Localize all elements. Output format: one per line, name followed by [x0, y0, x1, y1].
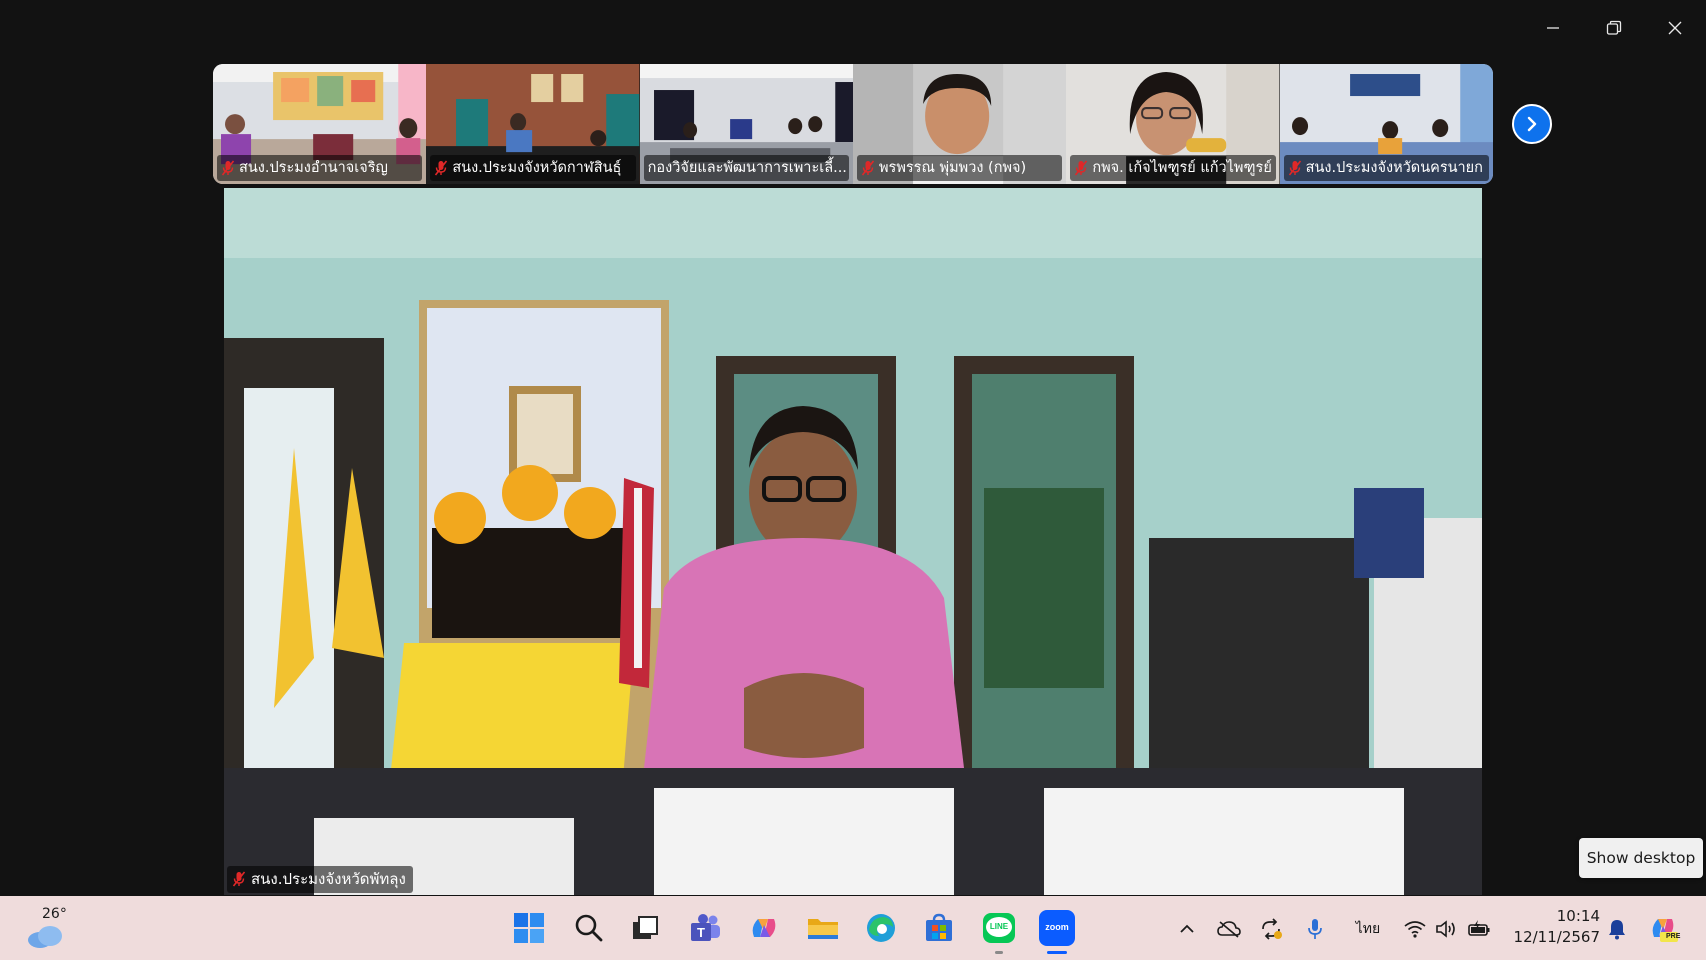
file-explorer-button[interactable] [803, 908, 843, 948]
store-icon [926, 913, 952, 941]
running-indicator [995, 951, 1003, 954]
participant-tile[interactable]: สนง.ประมงจังหวัดกาฬสินธุ์ [426, 64, 640, 184]
participant-name-label: พรพรรณ พุ่มพวง (กพจ) [856, 155, 1063, 181]
volume-status[interactable] [1434, 916, 1460, 942]
show-desktop-tooltip: Show desktop [1579, 838, 1703, 878]
participant-name-label: สนง.ประมงจังหวัดนครนายก [1283, 155, 1489, 181]
copilot-button[interactable] [744, 908, 784, 948]
participant-name-label: สนง.ประมงอำนาจเจริญ [217, 155, 423, 181]
active-speaker-video[interactable]: สนง.ประมงจังหวัดพัทลุง [224, 188, 1482, 895]
show-hidden-icons-button[interactable] [1174, 916, 1200, 942]
wifi-icon [1404, 921, 1426, 938]
search-button[interactable] [569, 908, 609, 948]
mic-muted-icon [1075, 160, 1088, 175]
svg-text:T: T [697, 925, 705, 940]
participant-tile[interactable]: กพจ. เก้จไพฑูรย์ แก้วไพฑูรย์ [1066, 64, 1280, 184]
close-button[interactable] [1647, 10, 1703, 46]
clock-date: 12/11/2567 [1513, 928, 1600, 946]
sync-status[interactable] [1258, 916, 1284, 942]
start-icon [514, 913, 544, 943]
bell-icon [1609, 920, 1625, 940]
input-language-button[interactable]: ไทย [1350, 916, 1386, 942]
participant-strip: สนง.ประมงอำนาจเจริญ สนง.ประมงจังหวัดกาฬส… [213, 64, 1493, 184]
active-app-indicator [1047, 951, 1067, 954]
microphone-status[interactable] [1302, 916, 1328, 942]
participant-name-label: กองวิจัยและพัฒนาการเพาะเลี้... [643, 155, 849, 181]
participant-tile[interactable]: สนง.ประมงอำนาจเจริญ [213, 64, 427, 184]
teams-icon: T [691, 914, 720, 941]
speaker-video-frame [224, 188, 1482, 895]
mic-muted-icon [1288, 160, 1301, 175]
copilot-preview-button[interactable]: PRE [1646, 916, 1680, 942]
participant-tile[interactable]: กองวิจัยและพัฒนาการเพาะเลี้... [639, 64, 853, 184]
microphone-icon [1308, 919, 1322, 939]
chevron-right-icon [1527, 116, 1537, 132]
close-icon [1668, 21, 1682, 35]
task-view-icon [633, 916, 658, 939]
teams-button[interactable]: T [685, 908, 725, 948]
participant-name-label: สนง.ประมงจังหวัดกาฬสินธุ์ [430, 155, 636, 181]
restore-button[interactable] [1586, 10, 1642, 46]
file-explorer-icon [808, 919, 838, 939]
restore-icon [1606, 20, 1622, 35]
onedrive-status[interactable] [1216, 916, 1242, 942]
copilot-icon [752, 919, 776, 937]
active-speaker-name-label: สนง.ประมงจังหวัดพัทลุง [227, 866, 413, 893]
cloud-icon [28, 926, 62, 948]
next-page-button[interactable] [1512, 104, 1552, 144]
mic-muted-icon [232, 871, 246, 887]
participant-tile[interactable]: พรพรรณ พุ่มพวง (กพจ) [852, 64, 1067, 184]
clock-time: 10:14 [1556, 907, 1600, 925]
participant-tile[interactable]: สนง.ประมงจังหวัดนครนายก [1279, 64, 1493, 184]
taskbar: 26° T LINE zoom ไทย 10:14 12/11/2567 PRE [0, 896, 1706, 960]
cloud-offline-icon [1217, 921, 1241, 938]
volume-icon [1436, 920, 1455, 938]
notifications-button[interactable] [1604, 916, 1630, 942]
zoom-button[interactable]: zoom [1037, 908, 1077, 954]
edge-button[interactable] [861, 908, 901, 948]
search-icon [575, 914, 603, 942]
clock[interactable]: 10:14 12/11/2567 [1505, 906, 1600, 948]
weather-widget[interactable]: 26° [24, 906, 74, 950]
start-button[interactable] [509, 908, 549, 948]
line-button[interactable]: LINE [979, 908, 1019, 954]
task-view-button[interactable] [625, 908, 665, 948]
mic-muted-icon [861, 160, 875, 175]
mic-muted-icon [435, 160, 448, 175]
participant-name-label: กพจ. เก้จไพฑูรย์ แก้วไพฑูรย์ [1070, 155, 1276, 181]
mic-muted-icon [221, 160, 235, 175]
sync-icon [1262, 918, 1282, 940]
minimize-icon [1547, 27, 1559, 29]
wifi-status[interactable] [1402, 916, 1428, 942]
minimize-button[interactable] [1525, 10, 1581, 46]
battery-charging-icon [1468, 920, 1490, 936]
edge-icon [867, 914, 895, 942]
chevron-up-icon [1180, 924, 1194, 933]
battery-status[interactable] [1466, 916, 1492, 942]
store-button[interactable] [919, 908, 959, 948]
